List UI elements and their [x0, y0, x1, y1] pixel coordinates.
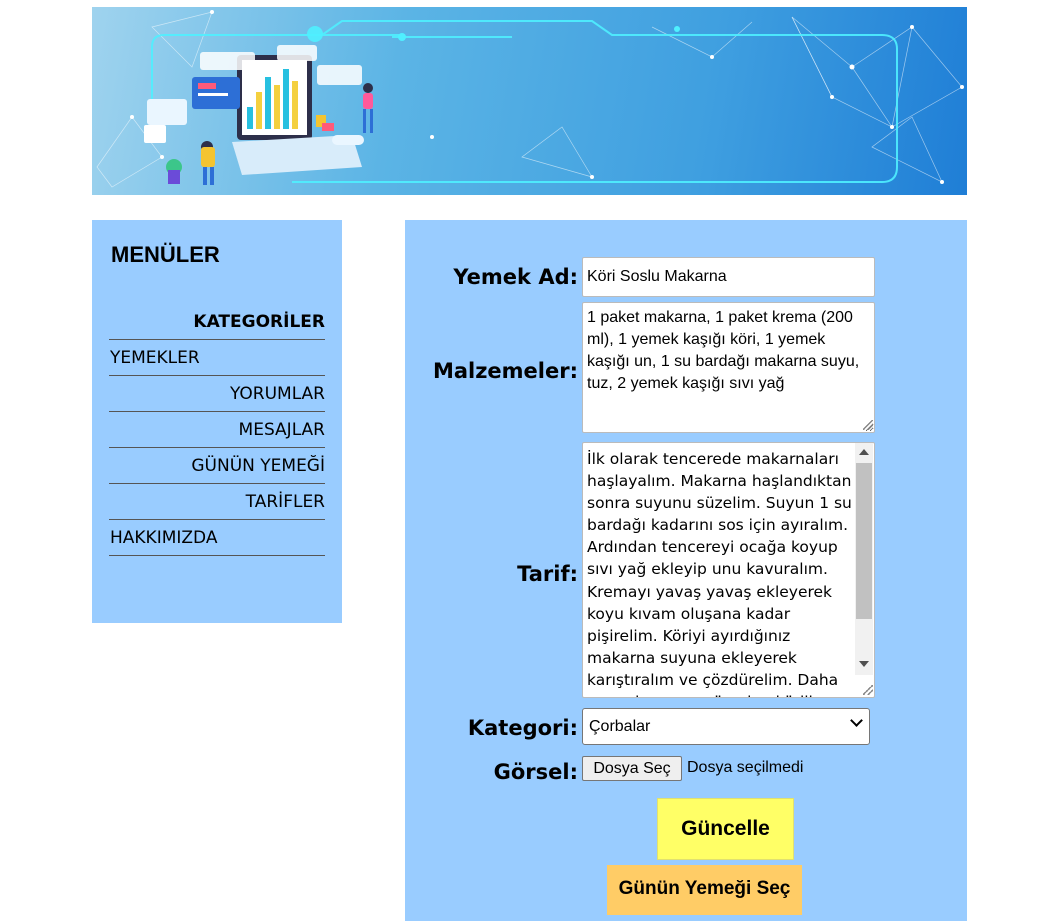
sidebar-menu: MENÜLER KATEGORİLER YEMEKLER YORUMLAR ME… — [92, 220, 342, 623]
menu-item-meal-of-the-day[interactable]: GÜNÜN YEMEĞİ — [109, 448, 325, 484]
menu-title: MENÜLER — [111, 242, 220, 267]
ingredients-textarea[interactable]: 1 paket makarna, 1 paket krema (200 ml),… — [582, 302, 875, 433]
image-label: Görsel: — [493, 760, 578, 784]
recipe-textarea[interactable]: İlk olarak tencerede makarnaları haşlaya… — [582, 442, 875, 698]
banner-illustration — [96, 10, 964, 188]
category-selected-value: Çorbalar — [589, 718, 651, 735]
menu-item-comments[interactable]: YORUMLAR — [109, 376, 325, 412]
edit-meal-form: Yemek Ad: Malzemeler: 1 paket makarna, 1… — [405, 220, 967, 921]
scroll-up-arrow-icon[interactable] — [859, 449, 869, 455]
choose-file-button[interactable]: Dosya Seç — [582, 756, 682, 781]
menu-item-recipes[interactable]: TARİFLER — [109, 484, 325, 520]
chevron-down-icon — [850, 714, 863, 727]
menu-item-meals[interactable]: YEMEKLER — [109, 340, 325, 376]
menu-item-messages[interactable]: MESAJLAR — [109, 412, 325, 448]
category-select[interactable]: Çorbalar — [582, 708, 870, 745]
meal-name-input[interactable] — [582, 257, 875, 297]
resize-handle-icon[interactable] — [863, 685, 873, 695]
scroll-down-arrow-icon[interactable] — [859, 661, 869, 667]
meal-name-label: Yemek Ad: — [453, 265, 578, 289]
scrollbar-thumb[interactable] — [856, 463, 872, 619]
category-label: Kategori: — [467, 716, 578, 740]
update-button[interactable]: Güncelle — [657, 798, 794, 860]
recipe-label: Tarif: — [517, 562, 578, 586]
menu-item-about[interactable]: HAKKIMIZDA — [109, 520, 325, 556]
select-meal-of-the-day-button[interactable]: Günün Yemeği Seç — [607, 865, 802, 915]
header-banner — [92, 7, 967, 195]
recipe-scrollbar[interactable] — [855, 443, 873, 675]
ingredients-label: Malzemeler: — [432, 359, 578, 383]
menu-list: KATEGORİLER YEMEKLER YORUMLAR MESAJLAR G… — [109, 304, 325, 556]
resize-handle-icon[interactable] — [863, 420, 873, 430]
menu-item-categories[interactable]: KATEGORİLER — [109, 304, 325, 340]
file-status-text: Dosya seçilmedi — [687, 759, 804, 776]
